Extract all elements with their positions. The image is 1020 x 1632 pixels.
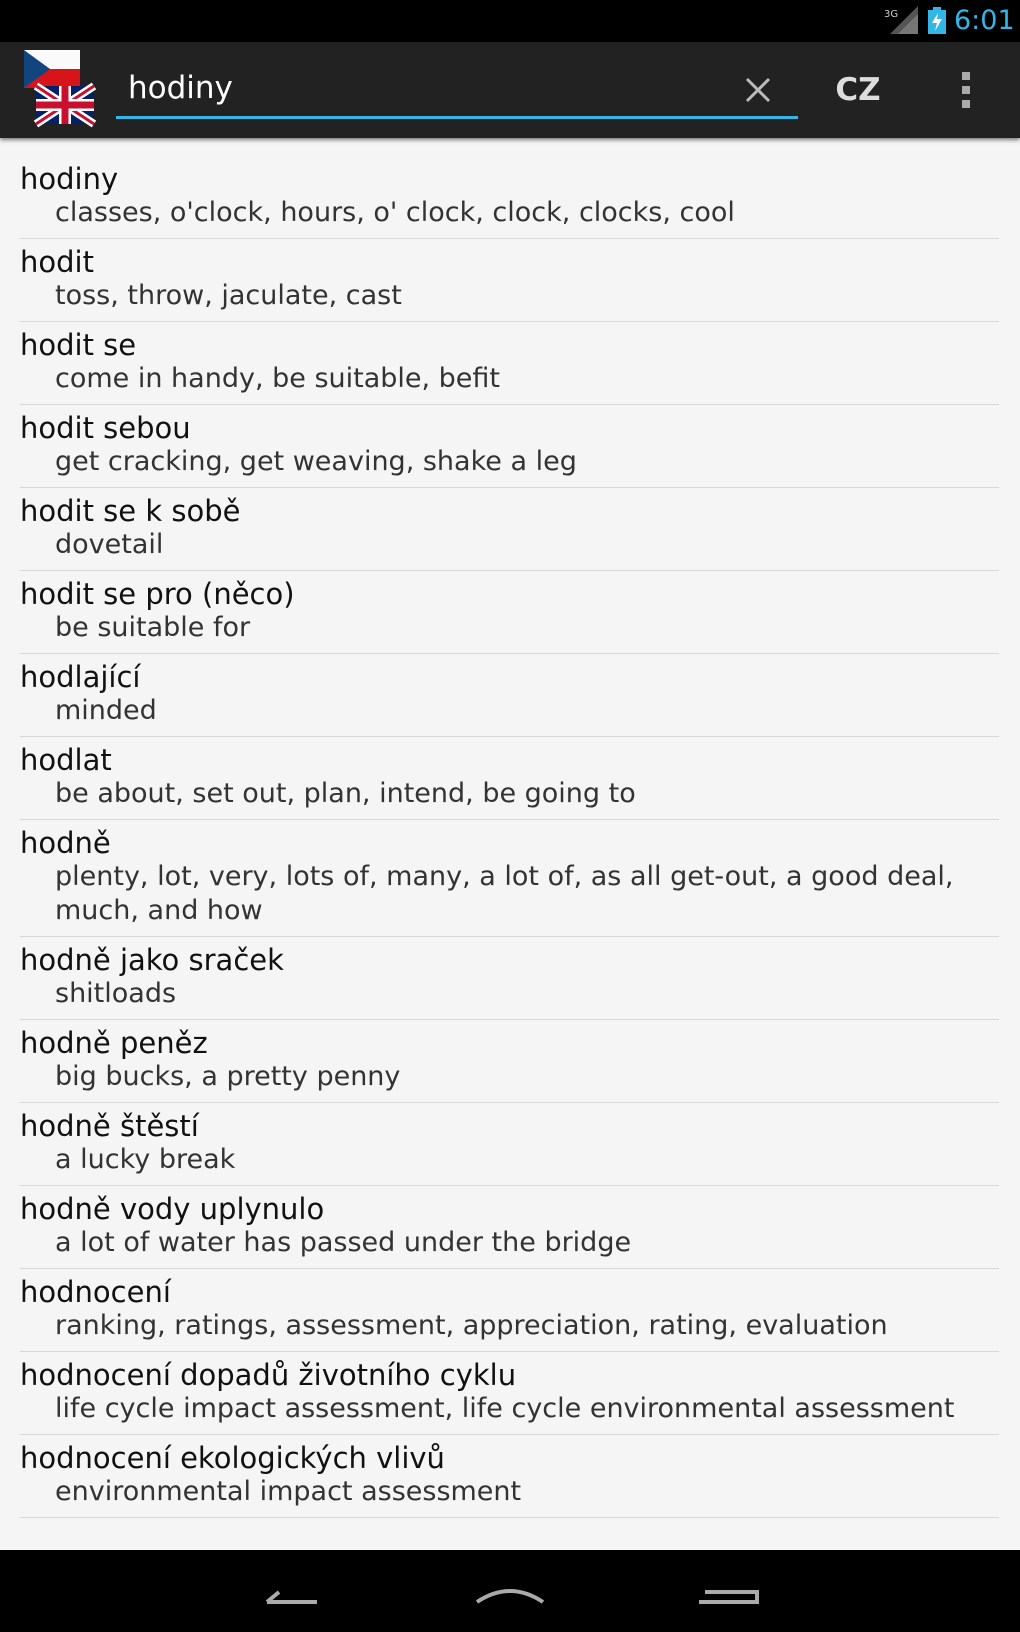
list-item[interactable]: hodnocení dopadů životního cyklu life cyc…	[20, 1352, 999, 1435]
clock-time: 6:01	[954, 5, 1015, 36]
network-type-label: 3G	[884, 9, 898, 20]
entry-translation: get cracking, get weaving, shake a leg	[55, 446, 577, 477]
entry-term: hodně štěstí	[20, 1109, 199, 1143]
list-item[interactable]: hodně plenty, lot, very, lots of, many, a…	[20, 820, 999, 937]
recent-apps-icon[interactable]	[675, 1566, 785, 1616]
entry-term: hodnocení	[20, 1275, 171, 1309]
entry-translation: dovetail	[55, 529, 164, 560]
overflow-menu-button[interactable]	[950, 64, 982, 116]
close-icon	[745, 77, 771, 103]
entry-translation: a lucky break	[55, 1144, 236, 1175]
list-item[interactable]: hodně vody uplynulo a lot of water has pa…	[20, 1186, 999, 1269]
list-item[interactable]: hodlající minded	[20, 654, 999, 737]
entry-term: hodlající	[20, 660, 141, 694]
entry-term: hodně peněz	[20, 1026, 208, 1060]
battery-charging-icon	[928, 7, 946, 34]
entry-term: hodnocení dopadů životního cyklu	[20, 1358, 517, 1392]
more-vert-icon	[962, 72, 970, 80]
list-item[interactable]: hodiny classes, o'clock, hours, o' clock,…	[20, 156, 999, 239]
list-item[interactable]: hodit se pro (něco) be suitable for	[20, 571, 999, 654]
list-item[interactable]: hodně peněz big bucks, a pretty penny	[20, 1020, 999, 1103]
action-bar: CZ	[0, 42, 1020, 138]
entry-translation: classes, o'clock, hours, o' clock, clock…	[55, 197, 735, 228]
entry-term: hodlat	[20, 743, 112, 777]
entry-translation: ranking, ratings, assessment, appreciati…	[55, 1310, 888, 1341]
entry-term: hodně	[20, 826, 111, 860]
entry-term: hodně jako sraček	[20, 943, 284, 977]
entry-term: hodně vody uplynulo	[20, 1192, 325, 1226]
search-field[interactable]	[116, 64, 798, 119]
entry-term: hodit sebou	[20, 411, 191, 445]
entry-term: hodit se	[20, 328, 137, 362]
entry-translation: come in handy, be suitable, befit	[55, 363, 501, 394]
uk-flag-icon	[33, 82, 97, 128]
list-item[interactable]: hodit sebou get cracking, get weaving, sh…	[20, 405, 999, 488]
entry-translation: shitloads	[55, 978, 177, 1009]
entry-term: hodnocení ekologických vlivů	[20, 1441, 445, 1475]
entry-term: hodiny	[20, 162, 119, 196]
language-toggle-button[interactable]: CZ	[820, 64, 896, 116]
czech-flag-icon	[24, 50, 80, 88]
results-list: hodiny classes, o'clock, hours, o' clock,…	[20, 156, 999, 1518]
entry-translation: minded	[55, 695, 157, 726]
list-item[interactable]: hodnocení ekologických vlivů environmenta…	[20, 1435, 999, 1518]
language-flags-icon[interactable]	[22, 48, 100, 128]
list-item[interactable]: hodnocení ranking, ratings, assessment, a…	[20, 1269, 999, 1352]
entry-term: hodit	[20, 245, 94, 279]
entry-translation: toss, throw, jaculate, cast	[55, 280, 402, 311]
list-item[interactable]: hodit se come in handy, be suitable, befi…	[20, 322, 999, 405]
entry-translation: life cycle impact assessment, life cycle…	[55, 1393, 955, 1424]
status-bar: 3G 6:01	[0, 0, 1020, 42]
back-icon[interactable]	[235, 1566, 345, 1616]
list-item[interactable]: hodit se k sobě dovetail	[20, 488, 999, 571]
entry-translation: plenty, lot, very, lots of, many, a lot …	[55, 861, 954, 926]
entry-translation: environmental impact assessment	[55, 1476, 522, 1507]
list-item[interactable]: hodlat be about, set out, plan, intend, b…	[20, 737, 999, 820]
entry-term: hodit se pro (něco)	[20, 577, 295, 611]
search-input[interactable]	[128, 66, 688, 110]
list-item[interactable]: hodit toss, throw, jaculate, cast	[20, 239, 999, 322]
entry-translation: a lot of water has passed under the brid…	[55, 1227, 632, 1258]
entry-translation: be about, set out, plan, intend, be goin…	[55, 778, 636, 809]
cell-signal-icon: 3G	[884, 6, 918, 34]
navigation-bar	[0, 1550, 1020, 1632]
list-item[interactable]: hodně jako sraček shitloads	[20, 937, 999, 1020]
list-item[interactable]: hodně štěstí a lucky break	[20, 1103, 999, 1186]
entry-term: hodit se k sobě	[20, 494, 241, 528]
entry-translation: big bucks, a pretty penny	[55, 1061, 401, 1092]
entry-translation: be suitable for	[55, 612, 251, 643]
home-icon[interactable]	[455, 1566, 565, 1616]
clear-search-button[interactable]	[736, 68, 780, 112]
